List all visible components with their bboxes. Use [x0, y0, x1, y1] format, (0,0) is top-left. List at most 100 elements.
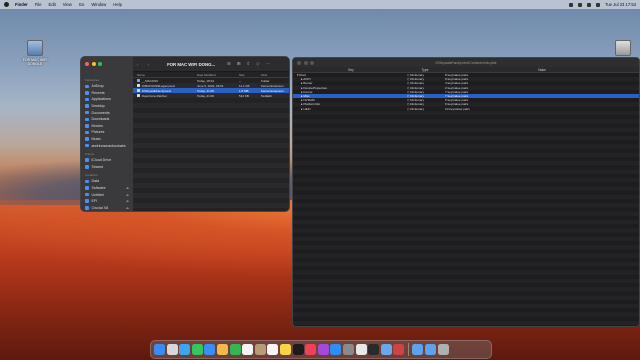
file-row[interactable]: __MACOSX Today, 18:24 -- Folder	[133, 78, 289, 83]
sidebar-item-andrinosmacbookairs[interactable]: andrinosmacbookairs	[81, 142, 133, 149]
menu-clock[interactable]: Tue Jul 23 17:53	[605, 2, 636, 7]
menu-view[interactable]: View	[63, 2, 72, 7]
eject-icon[interactable]: ⏏	[126, 206, 129, 210]
sidebar-item-efi[interactable]: EFI ⏏	[81, 198, 133, 205]
list-view-icon[interactable]: ☰	[227, 61, 231, 67]
drive-icon	[85, 179, 89, 184]
back-forward-icon[interactable]: ‹ ›	[137, 62, 153, 67]
folder-icon	[85, 137, 89, 141]
minimize-button[interactable]	[303, 60, 308, 65]
menu-edit[interactable]: Edit	[49, 2, 56, 7]
menu-help[interactable]: Help	[113, 2, 122, 7]
notes-icon[interactable]	[279, 344, 291, 355]
sidebar-item-label: AirDrop	[91, 84, 104, 89]
launchpad-icon[interactable]	[166, 344, 178, 355]
status-icon[interactable]	[568, 2, 573, 7]
sidebar-item-label: Music	[91, 137, 101, 142]
appstore-icon[interactable]	[330, 344, 342, 355]
zoom-button[interactable]	[310, 60, 314, 65]
share-icon[interactable]: ⇧	[247, 61, 251, 67]
plist-titlebar: IOSkywalkFamily.kext/Contents/Info.plist	[293, 58, 639, 67]
col-kind[interactable]: Kind	[257, 73, 267, 77]
menu-file[interactable]: File	[35, 2, 42, 7]
sidebar-item-recents[interactable]: Recents	[81, 90, 133, 97]
music-icon[interactable]	[305, 344, 317, 355]
sidebar-item-documents[interactable]: Documents	[81, 109, 133, 116]
close-button[interactable]	[85, 62, 89, 66]
file-row[interactable]: OpenCore-Patcher Today, 21:06 512 KB TextEd…	[133, 93, 289, 98]
contacts-icon[interactable]	[254, 344, 266, 355]
file-kind: Kernel Extension	[261, 83, 284, 88]
folder-icon[interactable]	[425, 344, 437, 355]
col-date[interactable]: Date Modified	[193, 73, 235, 77]
folder-icon	[85, 110, 89, 115]
sidebar-item-airdrop[interactable]: AirDrop	[81, 83, 133, 90]
wifi-icon[interactable]	[577, 2, 582, 7]
terminal-icon[interactable]	[368, 344, 380, 355]
sidebar-item-desktop[interactable]: Desktop	[81, 103, 133, 110]
sidebar-item-untitled[interactable]: Untitled ⏏	[81, 191, 133, 198]
menu-bar: Finder File Edit View Go Window Help Tue…	[0, 0, 640, 9]
facetime-icon[interactable]	[229, 344, 241, 355]
reminders-icon[interactable]	[267, 344, 279, 355]
sidebar-item-applications[interactable]: Applications	[81, 96, 133, 103]
finder-icon[interactable]	[154, 344, 165, 355]
file-row[interactable]: IOSkywalkFamily.kext Today, 21:06 1.8 MB Ke…	[133, 88, 289, 93]
file-date: Today, 21:06	[197, 88, 214, 93]
minimize-button[interactable]	[91, 62, 96, 66]
tag-icon[interactable]: ◇	[256, 61, 259, 67]
mail-icon[interactable]	[204, 344, 216, 355]
eject-icon[interactable]: ⏏	[126, 193, 129, 197]
calendar-icon[interactable]	[242, 344, 254, 355]
eject-icon[interactable]: ⏏	[126, 199, 129, 203]
sidebar-item-label: Shared	[91, 164, 104, 169]
sidebar-item-icloud-drive[interactable]: iCloud Drive	[81, 157, 133, 164]
col-name[interactable]: Name	[133, 73, 193, 77]
opencore-icon[interactable]	[393, 344, 405, 355]
zoom-button[interactable]	[98, 62, 102, 66]
folder-icon	[85, 104, 89, 108]
sidebar-item-label: EFI	[91, 199, 98, 204]
sidebar-item-software[interactable]: Software ⏏	[81, 185, 133, 192]
sidebar-item-shared[interactable]: Shared	[81, 164, 133, 171]
sidebar-item-label: iCloud Drive	[91, 158, 112, 163]
desktop-drive-dongle[interactable]: FOR MAC WIFI DONGLE	[18, 40, 52, 67]
sidebar-item-pictures[interactable]: Pictures	[81, 129, 133, 136]
sidebar-item-movies[interactable]: Movies	[81, 123, 133, 130]
group-icon[interactable]: ⊞	[237, 61, 241, 67]
col-key[interactable]: Key	[293, 68, 405, 72]
sidebar-item-crucial-x8[interactable]: Crucial X8 ⏏	[81, 205, 133, 212]
sidebar-item-music[interactable]: Music	[81, 136, 133, 143]
preview-icon[interactable]	[380, 344, 392, 355]
messages-icon[interactable]	[191, 344, 203, 355]
sidebar-item-label: Pictures	[91, 130, 105, 135]
col-type[interactable]: Type	[405, 68, 443, 72]
col-value[interactable]: Value	[443, 68, 639, 72]
settings-icon[interactable]	[342, 344, 354, 355]
file-date: June 6, 2022, 18:01	[197, 83, 224, 88]
plist-row[interactable]: ▸ UEFI ◇ Dictionary 10 key/value pairs	[293, 107, 639, 111]
eject-icon[interactable]: ⏏	[126, 186, 129, 190]
control-center-icon[interactable]	[595, 2, 600, 7]
more-icon[interactable]: ⋯	[265, 61, 269, 67]
podcasts-icon[interactable]	[317, 344, 329, 355]
photos-icon[interactable]	[216, 344, 228, 355]
menu-finder[interactable]: Finder	[15, 2, 28, 7]
col-size[interactable]: Size	[235, 73, 257, 77]
sidebar-section-favorites: Favourites	[85, 78, 100, 82]
desktop-drive-1[interactable]	[615, 40, 631, 56]
safari-icon[interactable]	[179, 344, 191, 355]
battery-icon[interactable]	[586, 2, 591, 7]
trash-icon[interactable]	[437, 344, 449, 355]
folder-icon	[85, 117, 89, 122]
sidebar-item-downloads[interactable]: Downloads	[81, 116, 133, 123]
textedit-icon[interactable]	[355, 344, 367, 355]
sidebar-item-data[interactable]: Data	[81, 178, 133, 185]
apple-menu-icon[interactable]	[4, 2, 9, 7]
close-button[interactable]	[297, 60, 301, 65]
file-row[interactable]: IOBCFOrWifiLegacy.kext June 6, 2022, 18:0…	[133, 83, 289, 88]
tv-icon[interactable]	[292, 344, 304, 355]
menu-window[interactable]: Window	[91, 2, 106, 7]
menu-go[interactable]: Go	[79, 2, 85, 7]
downloads-folder-icon[interactable]	[412, 344, 424, 355]
